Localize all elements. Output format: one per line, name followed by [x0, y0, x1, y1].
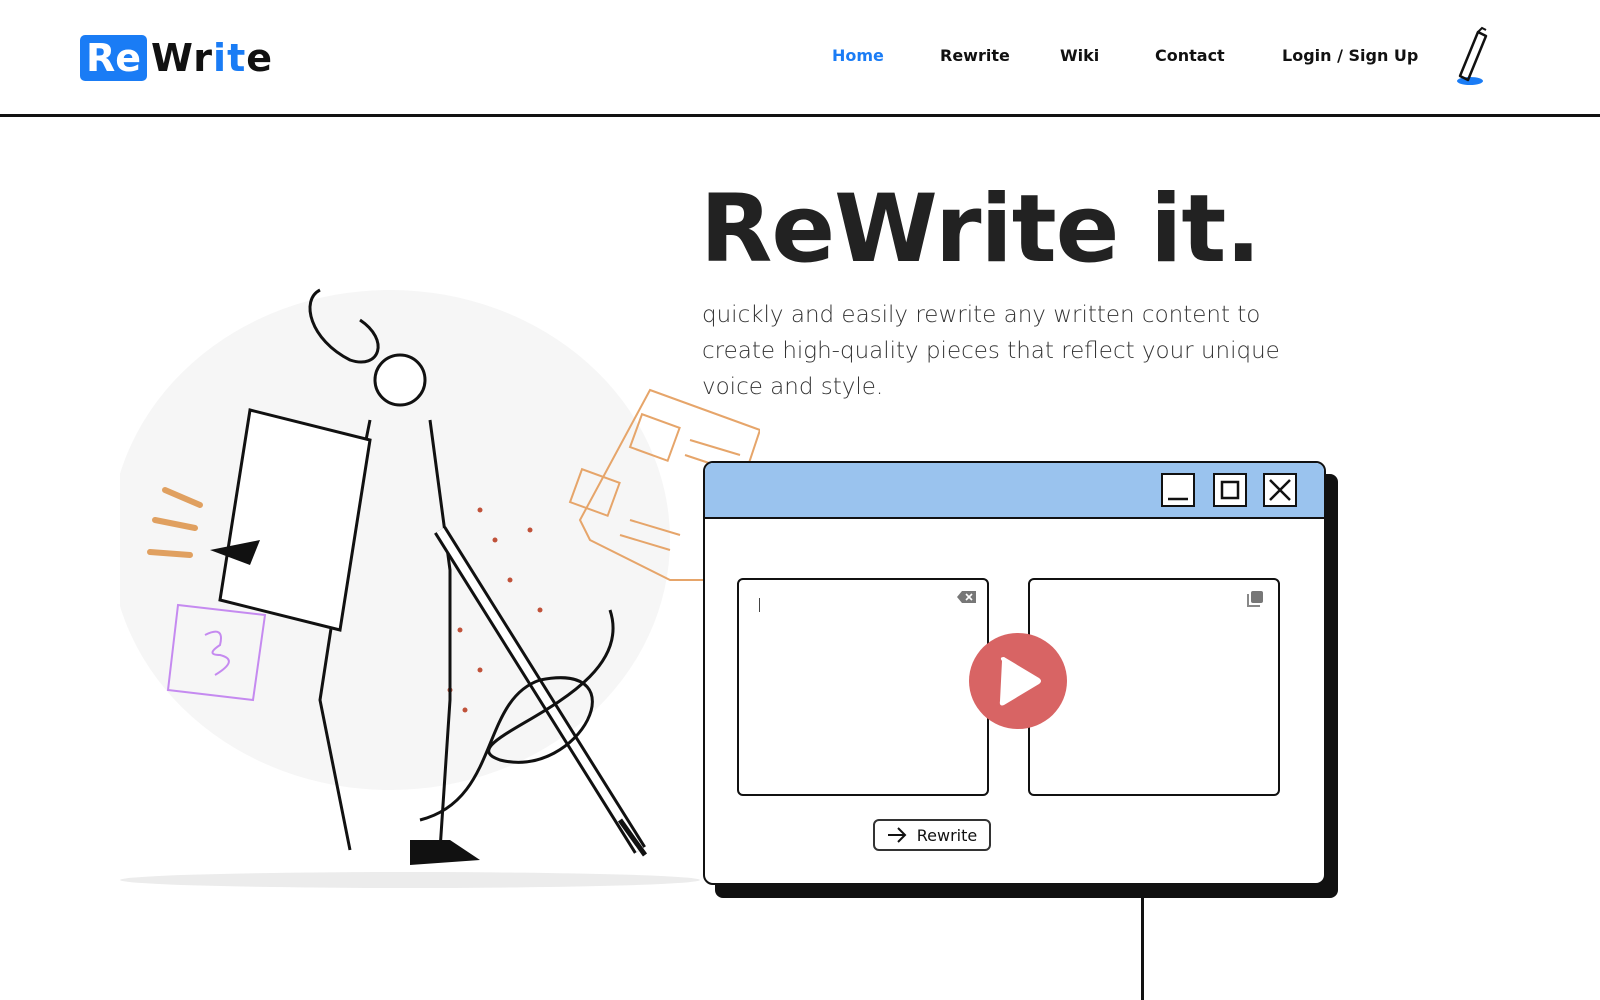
nav-home[interactable]: Home: [832, 46, 884, 65]
play-button[interactable]: [969, 633, 1067, 729]
copy-icon[interactable]: [1246, 590, 1264, 608]
logo-wr: Wr: [151, 36, 214, 80]
input-textarea[interactable]: [737, 578, 989, 796]
logo-e: e: [246, 36, 273, 80]
header: Re Wr it e Home Rewrite Wiki Contact Login …: [0, 0, 1600, 117]
hero-title: ReWrite it.: [700, 175, 1261, 284]
logo[interactable]: Re Wr it e: [80, 35, 272, 81]
nav-contact[interactable]: Contact: [1155, 46, 1225, 65]
nav-login[interactable]: Login / Sign Up: [1282, 46, 1418, 65]
maximize-button[interactable]: [1213, 473, 1247, 507]
close-button[interactable]: [1263, 473, 1297, 507]
logo-it: it: [213, 36, 247, 80]
minimize-button[interactable]: [1161, 473, 1195, 507]
nav-wiki[interactable]: Wiki: [1060, 46, 1099, 65]
pen-icon[interactable]: [1448, 26, 1496, 88]
close-icon: [1269, 479, 1291, 501]
writer-illustration: [120, 288, 760, 888]
text-caret: [759, 598, 760, 612]
rewrite-button-label: Rewrite: [916, 825, 978, 845]
play-icon: [999, 657, 1041, 706]
maximize-icon: [1220, 480, 1240, 500]
minimize-icon: [1168, 497, 1188, 501]
rewrite-button[interactable]: Rewrite: [873, 819, 991, 851]
hero-subtitle: quickly and easily rewrite any written c…: [702, 302, 1280, 400]
logo-re: Re: [80, 35, 148, 81]
window-titlebar: [705, 463, 1324, 519]
clear-icon[interactable]: [957, 590, 977, 604]
cable-decoration: [1141, 898, 1144, 1000]
rewrite-app-window: Rewrite: [703, 461, 1326, 885]
nav-rewrite[interactable]: Rewrite: [940, 46, 1010, 65]
arrow-right-icon: [887, 827, 907, 843]
